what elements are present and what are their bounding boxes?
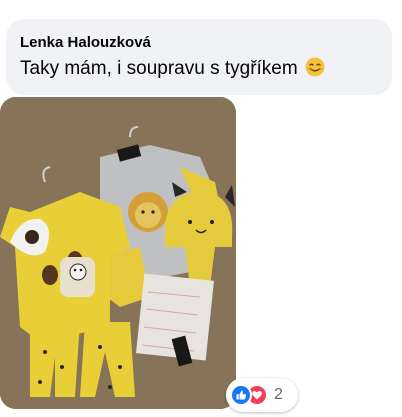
- comment-photo[interactable]: [0, 97, 236, 409]
- comment-text: Taky mám, i soupravu s tygříkem: [20, 56, 380, 82]
- baby-clothes-photo-image: [0, 97, 236, 409]
- comment-bubble: Lenka Halouzková Taky mám, i soupravu s …: [6, 19, 392, 95]
- smiling-face-emoji-icon: [305, 57, 325, 77]
- like-reaction-icon: [230, 384, 252, 406]
- reaction-summary[interactable]: 2: [226, 378, 298, 412]
- reaction-count: 2: [274, 386, 283, 403]
- comment-text-body: Taky mám, i soupravu s tygříkem: [20, 58, 298, 79]
- comment-author[interactable]: Lenka Halouzková: [20, 33, 380, 53]
